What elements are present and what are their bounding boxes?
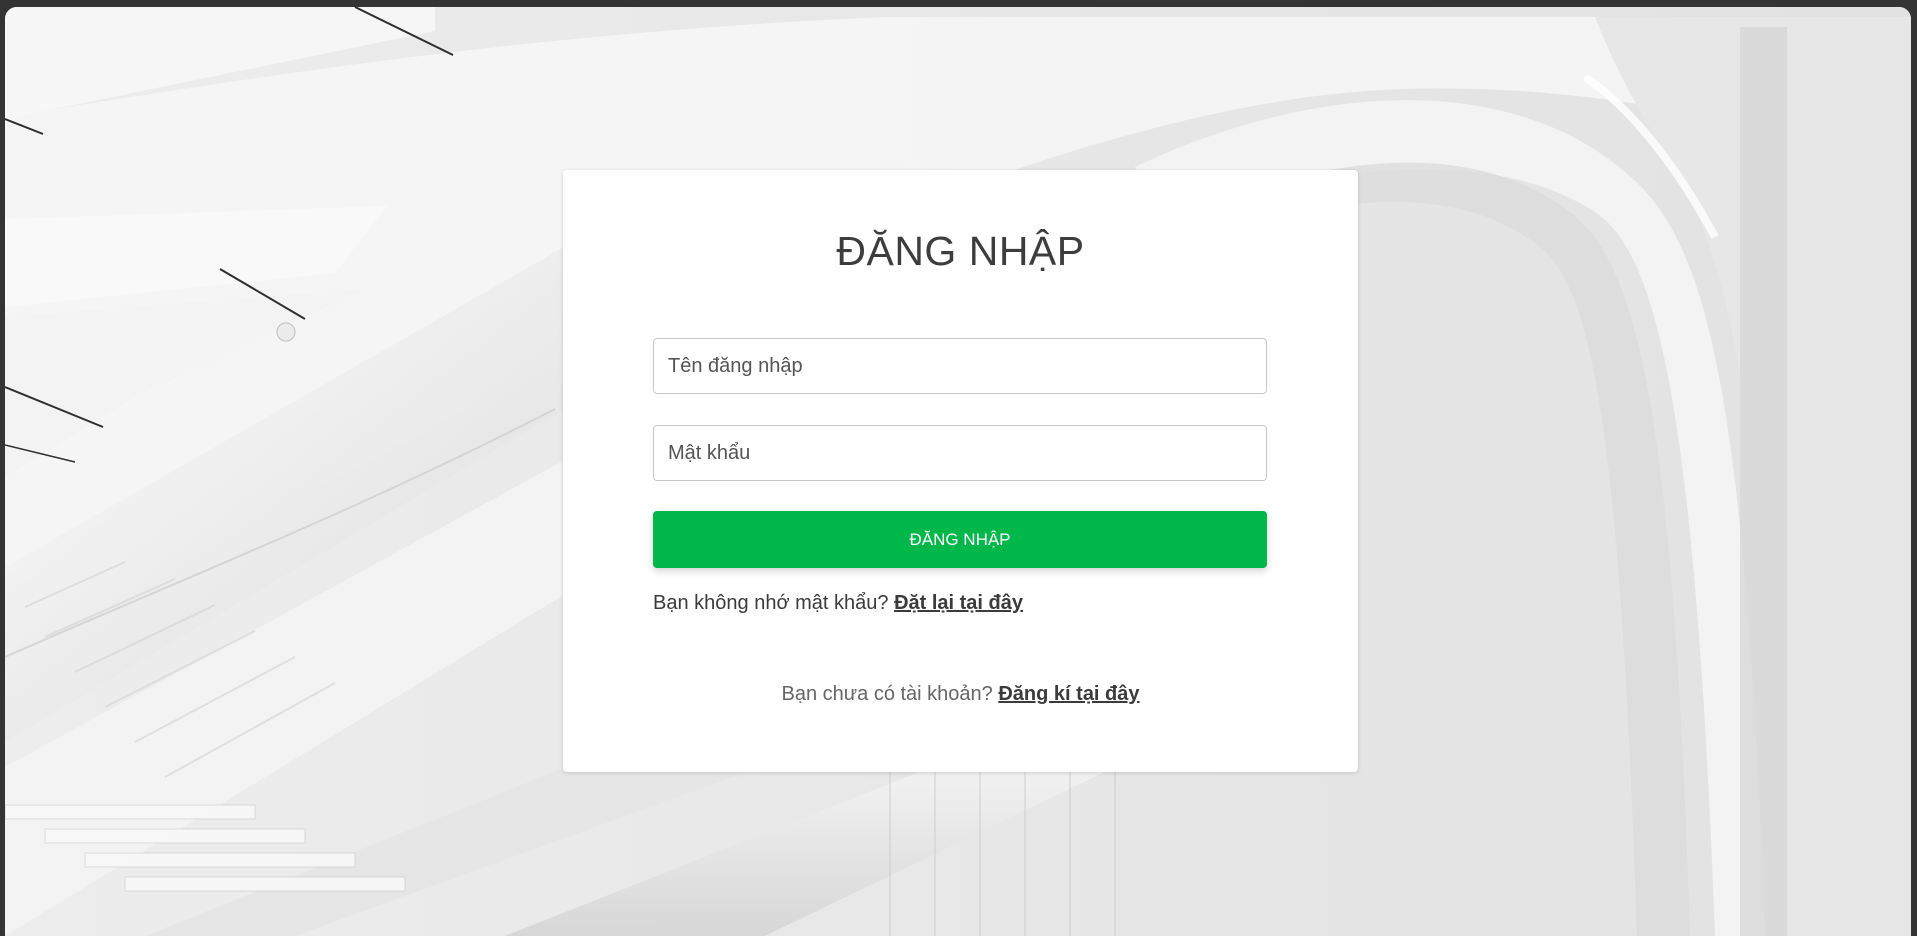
login-title: ĐĂNG NHẬP [836, 228, 1085, 274]
register-link[interactable]: Đăng kí tại đây [998, 683, 1139, 705]
register-row: Bạn chưa có tài khoản? Đăng kí tại đây [563, 683, 1358, 706]
browser-frame: ĐĂNG NHẬP ĐĂNG NHẬP Bạn không nhớ mật kh… [0, 0, 1917, 936]
forgot-password-link[interactable]: Đặt lại tại đây [894, 592, 1023, 614]
login-card: ĐĂNG NHẬP ĐĂNG NHẬP Bạn không nhớ mật kh… [563, 170, 1358, 772]
forgot-password-prompt: Bạn không nhớ mật khẩu? [653, 592, 889, 614]
password-input[interactable] [653, 425, 1267, 481]
username-input[interactable] [653, 338, 1267, 394]
forgot-password-row: Bạn không nhớ mật khẩu? Đặt lại tại đây [653, 592, 1023, 615]
register-prompt: Bạn chưa có tài khoản? [781, 683, 993, 705]
login-button[interactable]: ĐĂNG NHẬP [653, 511, 1267, 568]
